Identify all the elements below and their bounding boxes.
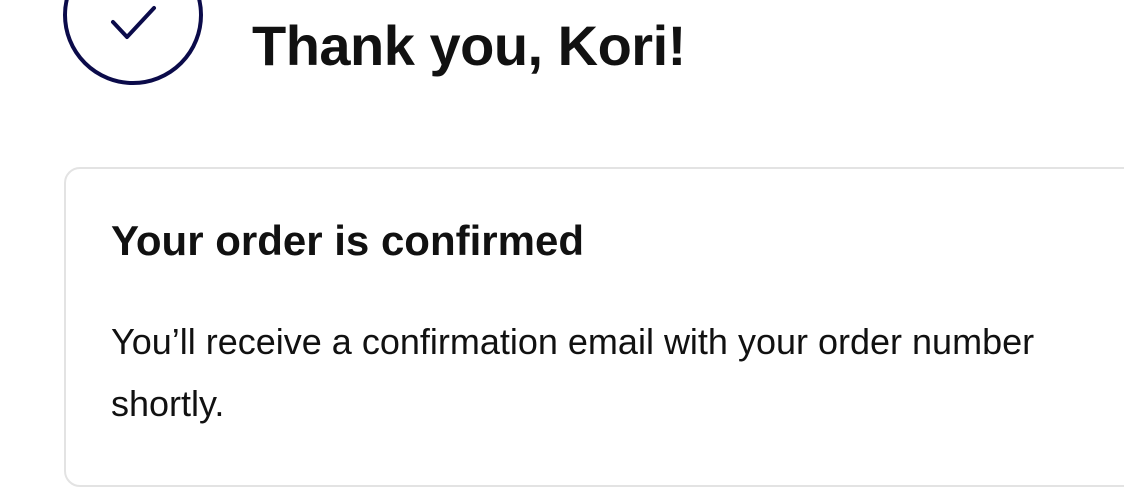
confirmation-message: You’ll receive a confirmation email with…: [111, 321, 1035, 424]
page-title: Thank you, Kori!: [252, 14, 686, 77]
order-confirmation-card: Your order is confirmed You’ll receive a…: [64, 167, 1124, 487]
order-confirmed-heading: Your order is confirmed: [111, 217, 584, 264]
check-circle-icon: [63, 0, 203, 85]
